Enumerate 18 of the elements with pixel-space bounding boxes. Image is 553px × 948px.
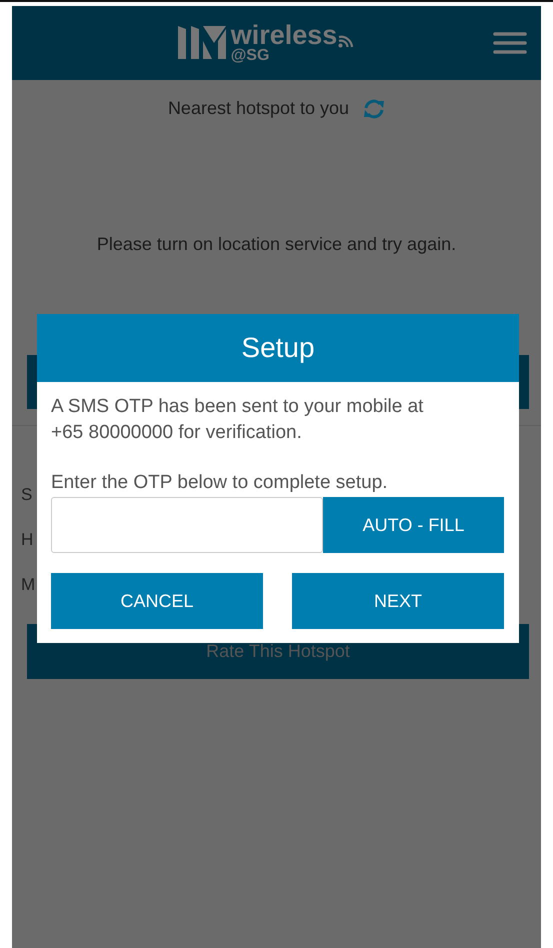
location-message: Please turn on location service and try again.	[96, 234, 458, 255]
detail-label: M	[21, 576, 36, 594]
logo-mark-icon	[178, 25, 226, 61]
menu-icon[interactable]	[493, 32, 527, 54]
otp-instruction: Enter the OTP below to complete setup.	[51, 471, 389, 495]
next-button[interactable]: NEXT	[292, 573, 504, 629]
wifi-signal-icon	[338, 34, 356, 48]
dialog-title: Setup	[37, 314, 519, 382]
auto-fill-button[interactable]: AUTO - FILL	[323, 497, 504, 553]
detail-label: S	[21, 486, 34, 504]
otp-sent-message: A SMS OTP has been sent to your mobile at +65 80000000 for verification.	[51, 395, 424, 445]
logo-subtext: @SG	[230, 48, 270, 64]
detail-label: H	[21, 531, 34, 549]
nearest-hotspot-label: Nearest hotspot to you	[168, 98, 350, 119]
otp-input-field[interactable]	[51, 497, 323, 553]
cancel-button[interactable]: CANCEL	[51, 573, 263, 629]
logo-wordmark: wireless	[230, 22, 338, 48]
refresh-icon[interactable]	[363, 98, 386, 118]
